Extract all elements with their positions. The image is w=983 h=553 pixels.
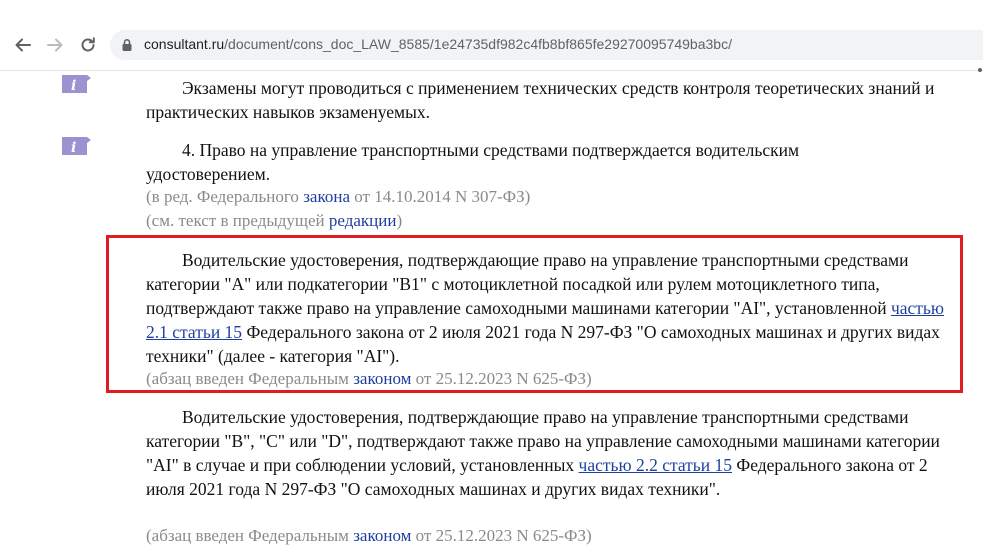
reload-button[interactable]	[77, 34, 99, 56]
url-text[interactable]: consultant.ru/document/cons_doc_LAW_8585…	[144, 36, 732, 52]
note-text: (в ред. Федерального	[146, 187, 304, 206]
info-note-icon[interactable]: i	[60, 73, 92, 95]
law-link[interactable]: законом	[353, 526, 411, 545]
note-text: )	[396, 211, 403, 230]
info-note-icon[interactable]: i	[60, 135, 92, 157]
note-text: (абзац введен Федеральным	[146, 526, 354, 545]
address-bar[interactable]: consultant.ru/document/cons_doc_LAW_8585…	[110, 30, 983, 60]
previous-edition-note: (см. текст в предыдущей редакции)	[146, 209, 402, 233]
lock-icon	[122, 39, 132, 51]
paragraph-text: Водительские удостоверения, подтверждающ…	[146, 250, 909, 318]
note-text: от 25.12.2023 N 625-ФЗ)	[411, 369, 592, 388]
paragraph-text: Федерального закона от 2 июля 2021 года …	[146, 322, 940, 366]
arrow-left-icon	[15, 38, 31, 52]
paragraph-item-4: 4. Право на управление транспортными сре…	[146, 140, 800, 184]
edition-note: (в ред. Федерального закона от 14.10.201…	[146, 185, 530, 209]
svg-text:i: i	[71, 140, 76, 156]
back-button[interactable]	[12, 34, 34, 56]
note-text: от 25.12.2023 N 625-ФЗ)	[411, 526, 592, 545]
arrow-right-icon	[47, 38, 63, 52]
browser-toolbar: consultant.ru/document/cons_doc_LAW_8585…	[0, 20, 983, 72]
paragraph-category-a: Водительские удостоверения, подтверждающ…	[146, 248, 946, 368]
paragraph-exams: Экзамены могут проводиться с применением…	[146, 78, 935, 122]
url-path: /document/cons_doc_LAW_8585/1e24735df982…	[224, 36, 732, 52]
amendment-note: (абзац введен Федеральным законом от 25.…	[146, 524, 592, 548]
amendment-note: (абзац введен Федеральным законом от 25.…	[146, 367, 592, 391]
law-link[interactable]: законом	[353, 369, 411, 388]
law-link[interactable]: закона	[303, 187, 350, 206]
note-text: от 14.10.2014 N 307-ФЗ)	[350, 187, 531, 206]
window-top-strip	[0, 0, 983, 20]
note-text: (см. текст в предыдущей	[146, 211, 329, 230]
forward-button[interactable]	[44, 34, 66, 56]
document-content: i Экзамены могут проводиться с применени…	[0, 71, 983, 553]
note-text: (абзац введен Федеральным	[146, 369, 354, 388]
reload-icon	[81, 37, 95, 52]
article-link[interactable]: частью 2.2 статьи 15	[579, 455, 732, 475]
svg-text:i: i	[71, 78, 76, 94]
paragraph-category-bcd: Водительские удостоверения, подтверждающ…	[146, 405, 946, 501]
edition-link[interactable]: редакции	[329, 211, 397, 230]
url-domain: consultant.ru	[144, 36, 225, 52]
